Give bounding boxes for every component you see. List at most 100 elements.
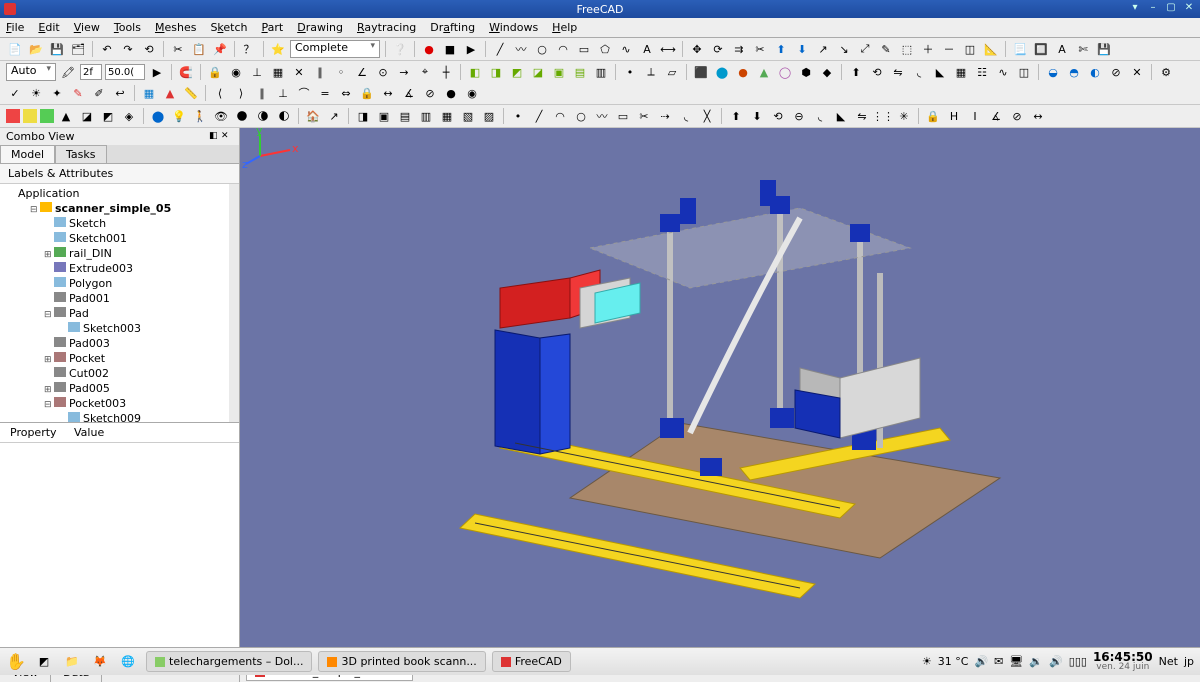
taskbar-task[interactable]: FreeCAD xyxy=(492,651,571,672)
redo-icon[interactable]: ↷ xyxy=(119,40,137,58)
up-icon[interactable]: ⬆ xyxy=(772,40,790,58)
right-icon[interactable]: ▥ xyxy=(417,107,435,125)
check-icon[interactable]: ✓ xyxy=(6,84,24,102)
volume-icon[interactable]: 🔊 xyxy=(974,655,988,668)
bspline-icon[interactable]: ∿ xyxy=(617,40,635,58)
copy-icon[interactable]: 📋 xyxy=(190,40,208,58)
moon3-icon[interactable]: 🌓 xyxy=(275,107,293,125)
snap-mid-icon[interactable]: ◉ xyxy=(227,63,245,81)
sk-fillet-icon[interactable]: ◟ xyxy=(677,107,695,125)
sphere-icon[interactable]: ● xyxy=(734,63,752,81)
back-icon[interactable]: ▦ xyxy=(438,107,456,125)
pd-pocket-icon[interactable]: ⬇ xyxy=(748,107,766,125)
offset-icon[interactable]: ⇉ xyxy=(730,40,748,58)
mesh-flip-icon[interactable]: ◪ xyxy=(529,63,547,81)
menu-help[interactable]: Help xyxy=(552,21,577,34)
menu-edit[interactable]: Edit xyxy=(38,21,59,34)
delpoint-icon[interactable]: － xyxy=(940,40,958,58)
con-dist-icon[interactable]: ↔ xyxy=(379,84,397,102)
tab-tasks[interactable]: Tasks xyxy=(55,145,106,163)
tri-icon[interactable]: ▲ xyxy=(161,84,179,102)
dot-icon[interactable]: • xyxy=(621,63,639,81)
menu-file[interactable]: FFileile xyxy=(6,21,24,34)
ray-icon[interactable]: ☀ xyxy=(27,84,45,102)
axis-icon[interactable]: ⟂ xyxy=(642,63,660,81)
tree-item[interactable]: ⊞Pad005 xyxy=(4,381,225,396)
shape2d-icon[interactable]: ◫ xyxy=(961,40,979,58)
clock[interactable]: 16:45:50 ven. 24 juin xyxy=(1093,651,1153,672)
tree-item[interactable]: ⊟Pad xyxy=(4,306,225,321)
pd-pad-icon[interactable]: ⬆ xyxy=(727,107,745,125)
shape-icon[interactable]: ◆ xyxy=(818,63,836,81)
moon1-icon[interactable]: 🌑 xyxy=(233,107,251,125)
snap-lock-icon[interactable]: 🔒 xyxy=(206,63,224,81)
tree-item[interactable]: Sketch xyxy=(4,216,225,231)
panel-close-icon[interactable]: ✕ xyxy=(221,131,233,143)
plane-icon[interactable]: ▱ xyxy=(663,63,681,81)
line-color-icon[interactable]: 🖍 xyxy=(59,63,77,81)
page-icon[interactable]: 📃 xyxy=(1011,40,1029,58)
luxray-icon[interactable]: ✦ xyxy=(48,84,66,102)
con-eq-icon[interactable]: = xyxy=(316,84,334,102)
pd-chamfer-icon[interactable]: ◣ xyxy=(832,107,850,125)
menu-tools[interactable]: Tools xyxy=(114,21,141,34)
undo-icon[interactable]: ↶ xyxy=(98,40,116,58)
polygon-icon[interactable]: ⬠ xyxy=(596,40,614,58)
saveas-icon[interactable]: 🗂 xyxy=(69,40,87,58)
mesh-eval-icon[interactable]: ◨ xyxy=(487,63,505,81)
tree-item[interactable]: Sketch009 xyxy=(4,411,225,422)
hide-icon[interactable]: ▾ xyxy=(1128,2,1142,16)
tab-model[interactable]: Model xyxy=(0,145,55,163)
lang-indicator[interactable]: jp xyxy=(1184,655,1194,668)
menu-drawing[interactable]: Drawing xyxy=(297,21,343,34)
menu-view[interactable]: View xyxy=(74,21,100,34)
arc-icon[interactable]: ◠ xyxy=(554,40,572,58)
tree-item[interactable]: Pad003 xyxy=(4,336,225,351)
weather-icon[interactable]: ☀ xyxy=(922,655,932,668)
loft-icon[interactable]: ☷ xyxy=(973,63,991,81)
snap-end-icon[interactable]: ◦ xyxy=(332,63,350,81)
moon2-icon[interactable]: 🌘 xyxy=(254,107,272,125)
view-icon[interactable]: 🔲 xyxy=(1032,40,1050,58)
taskbar-files-icon[interactable]: 📁 xyxy=(62,652,82,672)
pd-rev-icon[interactable]: ⟲ xyxy=(769,107,787,125)
volume3-icon[interactable]: 🔊 xyxy=(1049,655,1063,668)
trim-icon[interactable]: ✂ xyxy=(751,40,769,58)
paste-icon[interactable]: 📌 xyxy=(211,40,229,58)
bool-fuse-icon[interactable]: ◓ xyxy=(1065,63,1083,81)
group-icon[interactable]: ◪ xyxy=(78,107,96,125)
rotate-icon[interactable]: ⟳ xyxy=(709,40,727,58)
sk-line-icon[interactable]: ╱ xyxy=(530,107,548,125)
play-icon[interactable]: ▶ xyxy=(462,40,480,58)
sk-circle-icon[interactable]: ○ xyxy=(572,107,590,125)
open-icon[interactable]: 📂 xyxy=(27,40,45,58)
down-icon[interactable]: ⬇ xyxy=(793,40,811,58)
pd-fillet-icon[interactable]: ◟ xyxy=(811,107,829,125)
taskbar-task[interactable]: 3D printed book scann... xyxy=(318,651,485,672)
leavesketch-icon[interactable]: ↩ xyxy=(111,84,129,102)
tree-root[interactable]: Application xyxy=(4,186,225,201)
minimize-icon[interactable]: – xyxy=(1146,2,1160,16)
net-indicator[interactable]: Net xyxy=(1159,655,1178,668)
fontsize-spin[interactable] xyxy=(105,64,145,80)
con-perp-icon[interactable]: ⊥ xyxy=(274,84,292,102)
model-tree[interactable]: Application ⊟scanner_simple_05 SketchSke… xyxy=(0,184,239,422)
snap-cen-icon[interactable]: ⊙ xyxy=(374,63,392,81)
close-icon[interactable]: ✕ xyxy=(1182,2,1196,16)
pd-mirror-icon[interactable]: ⇋ xyxy=(853,107,871,125)
menu-sketch[interactable]: Sketch xyxy=(210,21,247,34)
mirror-icon[interactable]: ⇋ xyxy=(889,63,907,81)
export-icon[interactable]: 💾 xyxy=(1095,40,1113,58)
section-icon[interactable]: ⊘ xyxy=(1107,63,1125,81)
snap-ext-icon[interactable]: → xyxy=(395,63,413,81)
draft-rad-icon[interactable]: ⊘ xyxy=(1008,107,1026,125)
3d-viewport[interactable]: x y z scanner_simple_05 : 1 ✕ xyxy=(240,128,1200,682)
text-icon[interactable]: A xyxy=(638,40,656,58)
bool-common-icon[interactable]: ◐ xyxy=(1086,63,1104,81)
color-red-icon[interactable] xyxy=(6,109,20,123)
wiretosketch-icon[interactable]: ⬚ xyxy=(898,40,916,58)
tree-item[interactable]: Pad001 xyxy=(4,291,225,306)
tree-item[interactable]: Polygon xyxy=(4,276,225,291)
taskbar-task[interactable]: telechargements – Dol... xyxy=(146,651,312,672)
dim-icon[interactable]: ⟷ xyxy=(659,40,677,58)
